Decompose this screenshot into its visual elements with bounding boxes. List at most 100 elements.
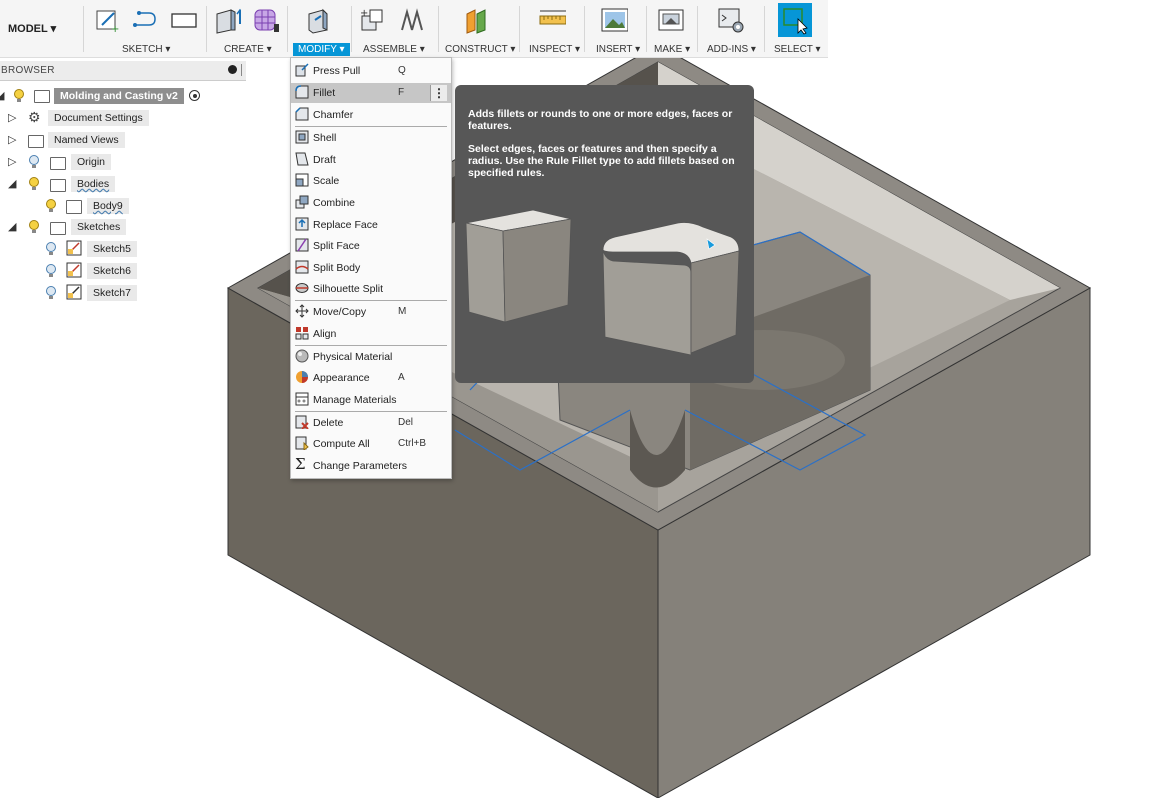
- measure-icon[interactable]: [538, 6, 566, 34]
- move-icon: [295, 304, 309, 318]
- document-icon: [34, 90, 50, 103]
- menu-item-delete[interactable]: Delete Del: [291, 413, 451, 433]
- tree-item-document-settings[interactable]: ▷ ⚙ Document Settings: [0, 109, 240, 127]
- offset-plane-icon[interactable]: [462, 6, 490, 34]
- select-cursor-icon[interactable]: [778, 3, 812, 37]
- toolbar-divider: [584, 6, 585, 52]
- menu-item-replace-face[interactable]: Replace Face: [291, 215, 451, 235]
- activate-radio-dot: [193, 94, 197, 98]
- tree-item-sketches[interactable]: ◢ Sketches: [0, 218, 240, 236]
- tab-construct[interactable]: CONSTRUCT ▾: [445, 44, 515, 55]
- toolbar-divider: [646, 6, 647, 52]
- split-face-icon: [295, 238, 309, 252]
- tree-item-label: Sketch5: [87, 241, 137, 257]
- menu-item-chamfer[interactable]: Chamfer: [291, 105, 451, 125]
- menu-item-change-parameters[interactable]: Σ Change Parameters: [291, 456, 451, 476]
- lightbulb-icon[interactable]: [45, 198, 57, 214]
- split-body-icon: [295, 260, 309, 274]
- draft-icon: [295, 152, 309, 166]
- tree-item-bodies[interactable]: ◢ Bodies: [0, 175, 240, 193]
- 3d-print-icon[interactable]: [656, 6, 684, 34]
- tab-insert[interactable]: INSERT ▾: [596, 44, 640, 55]
- collapse-triangle-icon[interactable]: ◢: [0, 89, 4, 102]
- menu-item-shortcut: M: [398, 306, 407, 317]
- scripts-addins-icon[interactable]: [716, 6, 744, 34]
- tree-item-sketch7[interactable]: Sketch7: [0, 284, 240, 302]
- expand-triangle-icon[interactable]: ▷: [8, 155, 16, 168]
- tree-root-row[interactable]: ◢ Molding and Casting v2: [0, 87, 240, 105]
- menu-item-appearance[interactable]: Appearance A: [291, 368, 451, 388]
- menu-item-split-body[interactable]: Split Body: [291, 258, 451, 278]
- extrude-icon[interactable]: [213, 6, 241, 34]
- tree-item-origin[interactable]: ▷ Origin: [0, 153, 240, 171]
- menu-item-manage-materials[interactable]: Manage Materials: [291, 390, 451, 410]
- lightbulb-icon[interactable]: [13, 88, 25, 104]
- svg-text:+: +: [111, 24, 119, 33]
- expand-triangle-icon[interactable]: ▷: [8, 111, 16, 124]
- root-component-label[interactable]: Molding and Casting v2: [54, 88, 184, 104]
- collapse-browser-icon[interactable]: [228, 65, 237, 74]
- menu-item-draft[interactable]: Draft: [291, 150, 451, 170]
- menu-item-align[interactable]: Align: [291, 324, 451, 344]
- menu-item-shell[interactable]: Shell: [291, 128, 451, 148]
- tree-item-body9[interactable]: Body9: [0, 197, 240, 215]
- new-component-icon[interactable]: +: [358, 6, 386, 34]
- gear-icon: ⚙: [28, 109, 41, 125]
- lightbulb-icon[interactable]: [28, 219, 40, 235]
- menu-item-label: Align: [313, 328, 337, 340]
- lightbulb-off-icon[interactable]: [28, 154, 40, 170]
- menu-item-label: Split Face: [313, 240, 360, 252]
- tab-create[interactable]: CREATE ▾: [224, 44, 272, 55]
- menu-item-scale[interactable]: Scale: [291, 171, 451, 191]
- lightbulb-off-icon[interactable]: [45, 285, 57, 301]
- collapse-triangle-icon[interactable]: ◢: [8, 177, 16, 190]
- workspace-switcher[interactable]: MODEL ▾: [8, 22, 56, 35]
- insert-image-icon[interactable]: [600, 6, 628, 34]
- tab-make[interactable]: MAKE ▾: [654, 44, 690, 55]
- menu-item-label: Press Pull: [313, 65, 361, 77]
- manage-materials-icon: [295, 392, 309, 406]
- expand-triangle-icon[interactable]: ▷: [8, 133, 16, 146]
- tab-add-ins[interactable]: ADD-INS ▾: [707, 44, 756, 55]
- tree-item-named-views[interactable]: ▷ Named Views: [0, 131, 240, 149]
- menu-item-compute-all[interactable]: Compute All Ctrl+B: [291, 434, 451, 454]
- menu-item-combine[interactable]: Combine: [291, 193, 451, 213]
- menu-item-label: Fillet: [313, 87, 336, 99]
- line-tool-icon[interactable]: [131, 6, 159, 34]
- toolbar-divider: [206, 6, 207, 52]
- menu-item-fillet[interactable]: Fillet F ⋮: [291, 83, 451, 103]
- menu-item-press-pull[interactable]: Press Pull Q: [291, 61, 451, 81]
- form-tool-icon[interactable]: [251, 6, 279, 34]
- tree-item-sketch6[interactable]: Sketch6: [0, 262, 240, 280]
- menu-item-silhouette-split[interactable]: Silhouette Split: [291, 279, 451, 299]
- menu-item-label: Delete: [313, 417, 344, 429]
- pin-browser-icon[interactable]: [241, 64, 242, 76]
- tab-assemble[interactable]: ASSEMBLE ▾: [363, 44, 425, 55]
- lightbulb-icon[interactable]: [28, 176, 40, 192]
- tab-inspect[interactable]: INSPECT ▾: [529, 44, 580, 55]
- tree-item-label: Body9: [87, 198, 129, 214]
- folder-icon: [50, 179, 66, 192]
- menu-item-physical-material[interactable]: Physical Material: [291, 347, 451, 367]
- joint-icon[interactable]: [397, 6, 425, 34]
- browser-title: BROWSER: [1, 65, 55, 76]
- rectangle-tool-icon[interactable]: [170, 6, 198, 34]
- tooltip-description: Select edges, faces or features and then…: [468, 143, 735, 179]
- tree-item-sketch5[interactable]: Sketch5: [0, 240, 240, 258]
- combine-icon: [295, 195, 309, 209]
- menu-item-label: Silhouette Split: [313, 283, 384, 295]
- tab-sketch[interactable]: SKETCH ▾: [122, 44, 170, 55]
- lightbulb-off-icon[interactable]: [45, 241, 57, 257]
- more-options-icon[interactable]: ⋮: [430, 85, 447, 101]
- tree-item-label: Bodies: [71, 176, 116, 192]
- menu-item-split-face[interactable]: Split Face: [291, 236, 451, 256]
- menu-item-label: Replace Face: [313, 219, 378, 231]
- collapse-triangle-icon[interactable]: ◢: [8, 220, 16, 233]
- modify-press-pull-icon[interactable]: [305, 6, 333, 34]
- tab-select[interactable]: SELECT ▾: [774, 44, 821, 55]
- menu-item-move-copy[interactable]: Move/Copy M: [291, 302, 451, 322]
- create-sketch-icon[interactable]: +: [93, 6, 121, 34]
- tab-modify[interactable]: MODIFY ▾: [293, 43, 350, 56]
- lightbulb-off-icon[interactable]: [45, 263, 57, 279]
- menu-item-label: Scale: [313, 175, 340, 187]
